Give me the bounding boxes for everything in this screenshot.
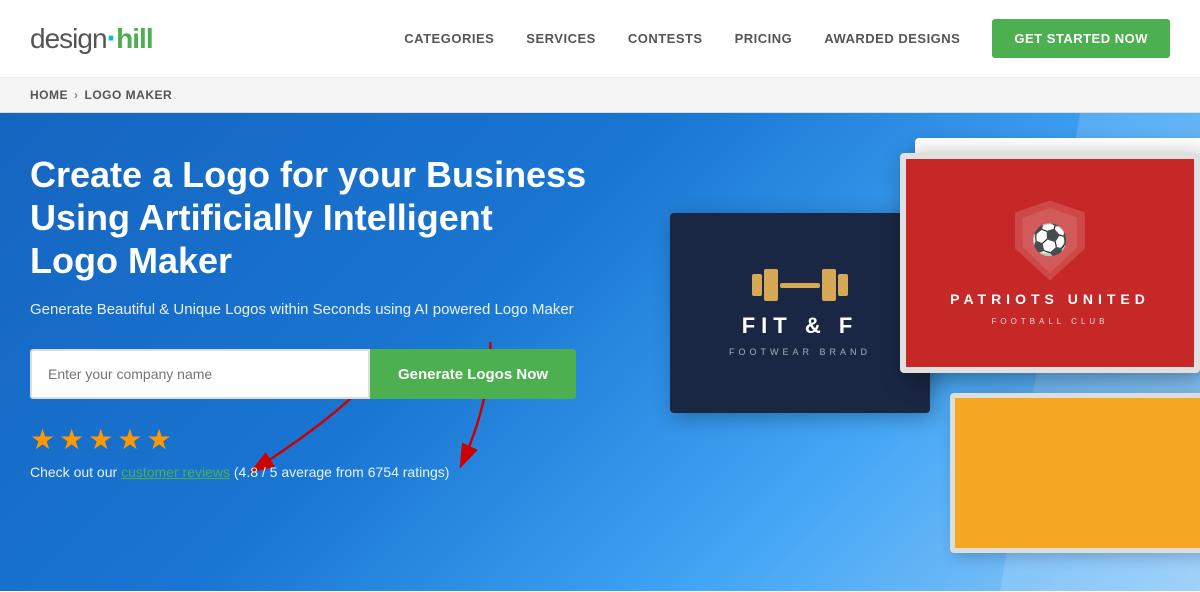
patriots-logo-card: ⚽ PATRIOTS UNITED FOOTBALL CLUB xyxy=(900,153,1200,373)
hero-content: Create a Logo for your Business Using Ar… xyxy=(30,153,590,480)
main-nav: CATEGORIES SERVICES CONTESTS PRICING AWA… xyxy=(404,19,1170,58)
dumbbell-weight-left xyxy=(752,274,762,296)
star-5: ★ xyxy=(146,423,171,456)
logo-hill-text: hill xyxy=(116,23,152,55)
nav-services[interactable]: SERVICES xyxy=(526,31,596,46)
star-3: ★ xyxy=(88,423,113,456)
patriots-name: PATRIOTS UNITED xyxy=(950,291,1150,307)
header: design·hill CATEGORIES SERVICES CONTESTS… xyxy=(0,0,1200,78)
fitness-logo-card: FIT & F FOOTWEAR BRAND xyxy=(670,213,930,413)
dumbbell-bar xyxy=(780,283,820,288)
shield-logo-design: ⚽ PATRIOTS UNITED FOOTBALL CLUB xyxy=(950,201,1150,326)
fitness-brand-name: FIT & F xyxy=(742,313,859,339)
breadcrumb-home[interactable]: HOME xyxy=(30,88,68,102)
star-2: ★ xyxy=(59,423,84,456)
fitness-brand-sub: FOOTWEAR BRAND xyxy=(729,347,871,357)
company-name-input[interactable] xyxy=(30,349,370,399)
generate-logos-button[interactable]: Generate Logos Now xyxy=(370,349,576,399)
review-prefix: Check out our xyxy=(30,464,121,480)
customer-reviews-link[interactable]: customer reviews xyxy=(121,464,230,480)
breadcrumb-current: LOGO MAKER xyxy=(85,88,173,102)
logo-form: Generate Logos Now xyxy=(30,349,590,399)
star-rating: ★ ★ ★ ★ ★ xyxy=(30,423,590,456)
logo-design-text: design xyxy=(30,23,107,55)
hero-section: Create a Logo for your Business Using Ar… xyxy=(0,113,1200,591)
logo-dot: · xyxy=(107,20,117,57)
nav-contests[interactable]: CONTESTS xyxy=(628,31,703,46)
soccer-ball-icon: ⚽ xyxy=(1031,223,1068,258)
fitness-logo-design: FIT & F FOOTWEAR BRAND xyxy=(729,269,871,357)
patriots-sub: FOOTBALL CLUB xyxy=(991,317,1108,326)
get-started-button[interactable]: GET STARTED NOW xyxy=(992,19,1170,58)
nav-pricing[interactable]: PRICING xyxy=(735,31,793,46)
dumbbell-weight-left-lg xyxy=(764,269,778,301)
dumbbell-weight-right-lg xyxy=(822,269,836,301)
breadcrumb-separator: › xyxy=(74,88,79,102)
nav-awarded-designs[interactable]: AWARDED DESIGNS xyxy=(824,31,960,46)
shield-inner: ⚽ xyxy=(1022,208,1077,273)
star-1: ★ xyxy=(30,423,55,456)
review-text: Check out our customer reviews (4.8 / 5 … xyxy=(30,464,590,480)
orange-logo-card xyxy=(950,393,1200,553)
review-suffix: (4.8 / 5 average from 6754 ratings) xyxy=(230,464,449,480)
hero-subtitle: Generate Beautiful & Unique Logos within… xyxy=(30,299,590,322)
hero-title: Create a Logo for your Business Using Ar… xyxy=(30,153,590,283)
shield-icon: ⚽ xyxy=(1015,201,1085,281)
site-logo[interactable]: design·hill xyxy=(30,20,153,57)
dumbbell-weight-right xyxy=(838,274,848,296)
dumbbell-icon xyxy=(752,269,848,301)
nav-categories[interactable]: CATEGORIES xyxy=(404,31,494,46)
star-4: ★ xyxy=(117,423,142,456)
breadcrumb: HOME › LOGO MAKER xyxy=(0,78,1200,113)
logo-cards-display: FIT & F FOOTWEAR BRAND ⚽ PATRIOTS UNITED… xyxy=(640,133,1200,591)
